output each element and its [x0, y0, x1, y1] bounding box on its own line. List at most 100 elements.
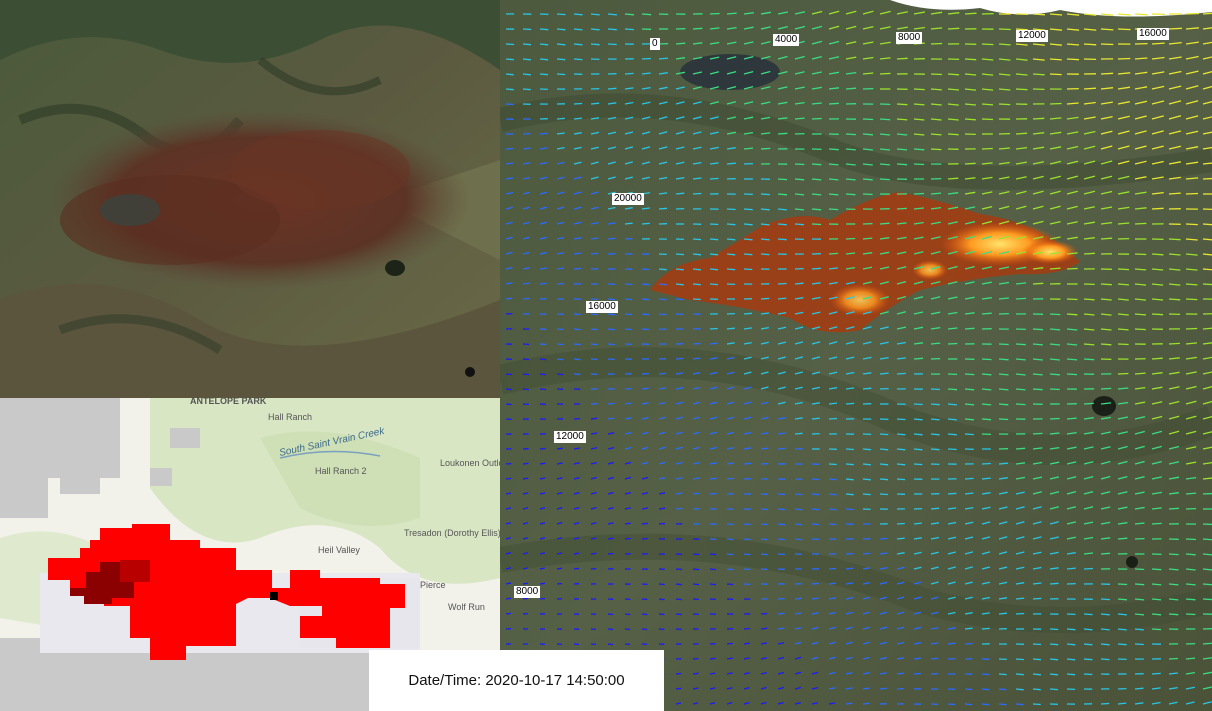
wind-vector [1168, 298, 1181, 301]
wind-vector [1015, 403, 1026, 406]
wind-vector [1049, 58, 1062, 61]
wind-vector [930, 657, 939, 660]
wind-vector [607, 552, 614, 555]
wind-vector [1100, 598, 1110, 601]
wind-vector [1168, 583, 1179, 586]
wind-vector [573, 643, 580, 646]
wind-vector [1083, 252, 1095, 255]
wind-vector [1117, 598, 1128, 601]
wind-vector [675, 613, 682, 616]
wind-vector [624, 402, 632, 405]
wind-vector [1151, 357, 1163, 360]
wind-vector [624, 328, 633, 331]
wind-vector [981, 477, 991, 480]
wind-vector [1168, 507, 1179, 510]
wind-vector [896, 118, 908, 121]
wind-vector [896, 148, 908, 151]
wind-vector [930, 433, 940, 436]
wind-vector [794, 223, 804, 226]
wind-vector [505, 403, 512, 406]
wind-vector [1032, 117, 1045, 120]
wind-vector [811, 117, 822, 120]
wind-vector [811, 223, 822, 226]
wind-vector [573, 567, 580, 570]
wind-vector [641, 522, 648, 525]
wind-vector [760, 538, 768, 541]
wind-vector [760, 508, 768, 511]
wind-vector [947, 433, 957, 436]
wind-vector [1151, 42, 1165, 45]
wind-vector [1117, 613, 1127, 616]
wind-vector [1066, 673, 1076, 676]
place-heil-valley: Heil Valley [318, 545, 360, 555]
wind-vector [760, 523, 768, 526]
wind-vector [692, 553, 700, 556]
wind-vector [658, 298, 667, 301]
wind-vector [709, 327, 718, 330]
wind-vector [930, 133, 942, 136]
wind-vector [573, 117, 583, 120]
wind-vector [1066, 267, 1078, 270]
wind-vector [1185, 538, 1196, 541]
wind-vector [760, 193, 770, 196]
wind-vector [522, 477, 529, 480]
wind-vector [726, 238, 736, 241]
place-antelope-park: ANTELOPE PARK [190, 398, 267, 406]
wind-vector [913, 192, 925, 195]
wind-vector [1134, 253, 1147, 256]
wind-vector [658, 207, 668, 210]
wind-vector [556, 43, 566, 46]
wind-vector [607, 13, 617, 16]
wind-vector [811, 508, 820, 511]
wind-vector [573, 252, 582, 255]
wind-vector [505, 492, 512, 495]
wind-vector [947, 703, 956, 706]
wind-vector [913, 433, 923, 436]
wind-vector [505, 58, 514, 61]
wind-vector [539, 447, 546, 450]
wind-vector [862, 387, 872, 390]
wind-vector [879, 118, 891, 121]
wind-vector [505, 147, 514, 150]
wind-vector [1134, 372, 1146, 375]
wind-vector [947, 388, 958, 391]
wind-vector [1151, 522, 1162, 525]
wind-vector [624, 28, 634, 31]
wind-vector [1066, 358, 1078, 361]
wind-vector [1185, 192, 1199, 195]
wind-vector [913, 522, 922, 525]
wind-vector [607, 328, 615, 331]
wind-vector [964, 477, 974, 480]
wind-vector [998, 462, 1008, 465]
wind-vector [675, 268, 684, 271]
wind-vector [743, 523, 751, 526]
wind-vector [573, 358, 581, 361]
wind-vector [794, 193, 805, 196]
wind-vector [964, 642, 973, 645]
wind-vector [896, 372, 906, 375]
wind-vector [692, 672, 699, 675]
wind-vector [743, 223, 753, 226]
axis-label-x-16000: 16000 [1137, 28, 1169, 40]
wind-vector [556, 267, 564, 270]
wind-vector [607, 87, 617, 90]
wind-vector [1117, 372, 1129, 375]
wind-vector [1117, 328, 1129, 331]
wind-vector [573, 267, 582, 270]
wind-vector [896, 103, 908, 106]
wind-vector [1151, 253, 1164, 256]
wind-vector [845, 148, 856, 151]
wind-vector [743, 268, 753, 271]
wind-vector [1015, 388, 1026, 391]
wind-vector [828, 463, 837, 466]
wind-vector [590, 328, 598, 331]
wind-vector [760, 553, 768, 556]
wind-vector [964, 162, 976, 165]
wind-vector [1049, 313, 1061, 316]
wind-vector [590, 28, 600, 31]
wind-vector [1202, 177, 1212, 180]
wind-vector [1100, 237, 1113, 240]
wind-vector [964, 403, 975, 406]
wind-vector [675, 283, 684, 286]
wind-vector [590, 13, 600, 16]
